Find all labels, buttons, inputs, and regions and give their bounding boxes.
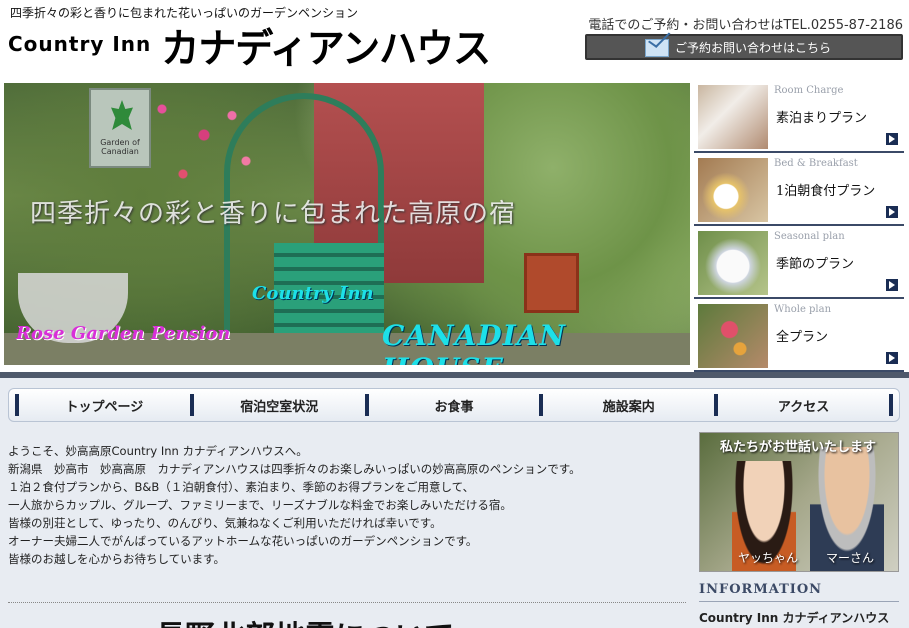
mail-icon: [645, 39, 669, 57]
plan-en-label: Room Charge: [774, 85, 844, 96]
nav-top-page[interactable]: トップページ: [15, 394, 190, 416]
information-heading: INFORMATION: [699, 582, 899, 602]
plan-whole[interactable]: Whole plan 全プラン: [694, 302, 904, 372]
staff-photo: 私たちがお世話いたします ヤッちゃん マーさん: [699, 432, 899, 572]
plan-thumbnail: [698, 304, 768, 368]
main-nav: トップページ 宿泊空室状況 お食事 施設案内 アクセス: [8, 388, 900, 422]
plan-list: Room Charge 素泊まりプラン Bed & Breakfast 1泊朝食…: [694, 83, 906, 372]
staff-name-2: マーさん: [826, 551, 875, 565]
arrow-right-icon[interactable]: [886, 206, 898, 218]
plan-en-label: Whole plan: [774, 304, 832, 315]
arrow-right-icon[interactable]: [886, 133, 898, 145]
nav-access[interactable]: アクセス: [714, 394, 893, 416]
plan-room-charge[interactable]: Room Charge 素泊まりプラン: [694, 83, 904, 153]
contact-button[interactable]: ご予約お問い合わせはこちら: [585, 34, 903, 60]
information-body: Country Inn カナディアンハウス: [699, 611, 890, 625]
intro-line: ようこそ、妙高高原Country Inn カナディアンハウスへ。: [8, 444, 308, 458]
site-header: 四季折々の彩と香りに包まれた花いっぱいのガーデンペンション Country In…: [0, 0, 909, 80]
plan-en-label: Seasonal plan: [774, 231, 845, 242]
plan-en-label: Bed & Breakfast: [774, 158, 858, 169]
content-divider: [8, 602, 686, 603]
intro-line: オーナー夫婦二人でがんばっているアットホームな花いっぱいのガーデンペンションです…: [8, 534, 478, 548]
plan-jp-label: 季節のプラン: [776, 257, 855, 272]
arrow-right-icon[interactable]: [886, 279, 898, 291]
hero-image: Garden of Canadian 四季折々の彩と香りに包まれた高原の宿 Co…: [4, 83, 690, 365]
nav-availability[interactable]: 宿泊空室状況: [189, 394, 365, 416]
plan-thumbnail: [698, 85, 768, 149]
plan-thumbnail: [698, 231, 768, 295]
hero-country-inn: Country Inn: [252, 283, 374, 304]
intro-line: 一人旅からカップル、グループ、ファミリーまで、リーズナブルな料金でお楽しみいただ…: [8, 498, 512, 512]
phone-number: 電話でのご予約・お問い合わせはTEL.0255-87-2186: [588, 18, 903, 33]
plan-seasonal[interactable]: Seasonal plan 季節のプラン: [694, 229, 904, 299]
news-heading: 長野北部地震について: [155, 612, 454, 628]
intro-line: １泊２食付プランから、B&B（１泊朝食付）、素泊まり、季節のお得プランをご用意し…: [8, 480, 475, 494]
logo-japanese: カナディアンハウス: [161, 24, 491, 71]
hero-sign: Garden of Canadian: [89, 88, 151, 168]
arrow-right-icon[interactable]: [886, 352, 898, 364]
staff-name-1: ヤッちゃん: [738, 551, 799, 565]
site-logo[interactable]: Country Inn カナディアンハウス: [8, 20, 491, 71]
nav-meals[interactable]: お食事: [364, 394, 540, 416]
intro-line: 皆様のお越しを心からお待ちしています。: [8, 552, 226, 566]
staff-title: 私たちがお世話いたします: [720, 440, 877, 455]
plan-jp-label: 素泊まりプラン: [776, 111, 868, 126]
intro-text: ようこそ、妙高高原Country Inn カナディアンハウスへ。 新潟県 妙高市…: [8, 442, 688, 568]
logo-english: Country Inn: [8, 32, 152, 56]
hero-easel: [524, 253, 579, 313]
hero-rose-garden: Rose Garden Pension: [16, 323, 231, 344]
contact-button-label: ご予約お問い合わせはこちら: [675, 40, 832, 55]
hero-caption: 四季折々の彩と香りに包まれた高原の宿: [30, 199, 517, 229]
plan-bed-breakfast[interactable]: Bed & Breakfast 1泊朝食付プラン: [694, 156, 904, 226]
intro-line: 新潟県 妙高市 妙高高原 カナディアンハウスは四季折々のお楽しみいっぱいの妙高高…: [8, 462, 581, 476]
nav-facilities[interactable]: 施設案内: [539, 394, 714, 416]
plan-jp-label: 1泊朝食付プラン: [776, 184, 876, 199]
plan-jp-label: 全プラン: [776, 330, 829, 345]
intro-line: 皆様の別荘として、ゆったり、のんびり、気兼ねなくご利用いただければ幸いです。: [8, 516, 442, 530]
plan-thumbnail: [698, 158, 768, 222]
divider-bar: [0, 372, 909, 378]
hero-canadian-house: CANADIAN HOUSE: [382, 319, 567, 365]
